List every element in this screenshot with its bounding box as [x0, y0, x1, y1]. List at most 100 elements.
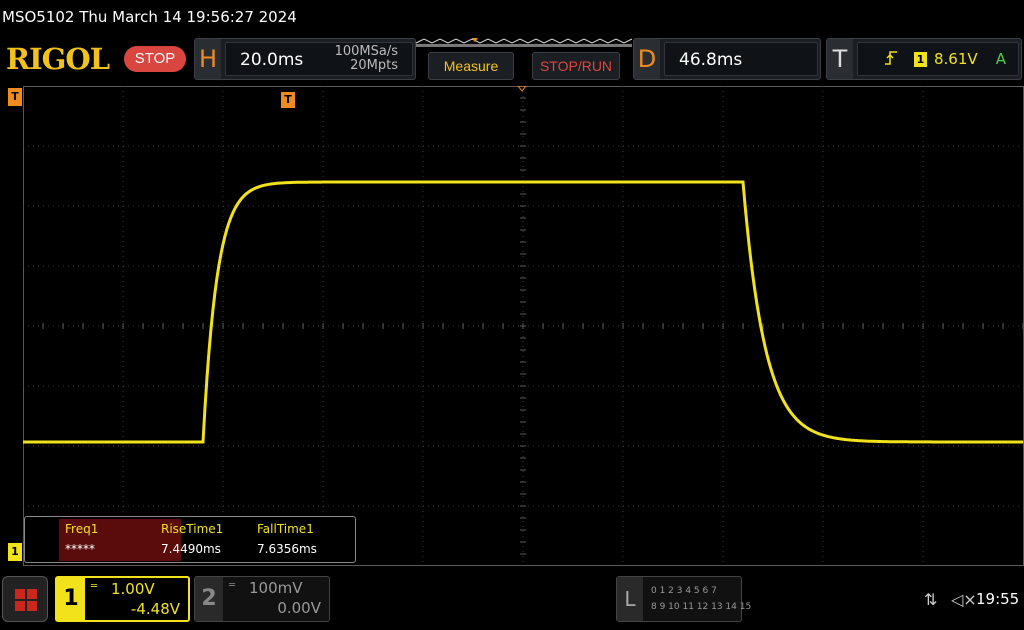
horizontal-value-box: 20.0ms 100MSa/s 20Mpts — [225, 42, 413, 76]
grid-tick — [802, 323, 804, 329]
delay-letter: D — [634, 39, 660, 79]
dc-coupling-icon: ═ — [229, 580, 236, 591]
trigger-source: 1 — [914, 52, 927, 67]
grid-tick — [182, 323, 184, 329]
delay-value: 46.8ms — [679, 50, 743, 70]
grid-tick — [520, 253, 526, 255]
ch1-ground-marker[interactable]: 1 — [8, 543, 22, 561]
dc-coupling-icon: ═ — [91, 581, 98, 592]
grid-tick — [862, 323, 864, 329]
trigger-level-marker[interactable]: T — [8, 88, 22, 106]
grid-tick — [520, 505, 526, 507]
memory-depth: 20Mpts — [350, 58, 398, 73]
horizontal-panel[interactable]: H 20.0ms 100MSa/s 20Mpts — [194, 38, 416, 80]
speaker-muted-icon[interactable]: ◁× — [951, 590, 977, 609]
title-bar: MSO5102 Thu March 14 19:56:27 2024 — [2, 8, 297, 26]
grid-tick — [162, 323, 164, 329]
grid-tick — [602, 323, 604, 329]
grid-tick — [520, 193, 526, 195]
grid-tick — [520, 157, 526, 159]
main-menu-button[interactable] — [2, 576, 48, 622]
grid-tick — [520, 433, 526, 435]
grid-tick — [520, 493, 526, 495]
rising-edge-icon — [885, 51, 897, 65]
stop-run-button[interactable]: STOP/RUN — [532, 52, 620, 80]
grid-tick — [520, 445, 526, 447]
grid-tick — [102, 323, 104, 329]
grid-tick — [942, 323, 944, 329]
channel1-offset: -4.48V — [130, 600, 180, 618]
grid-tick — [642, 323, 644, 329]
measurement-panel[interactable]: Freq1 ***** RiseTime1 7.4490ms FallTime1… — [24, 516, 356, 563]
grid-tick — [462, 323, 464, 329]
channel1-scale: 1.00V — [111, 580, 155, 598]
sample-info: 100MSa/s 20Mpts — [335, 45, 398, 73]
channel2-offset: 0.00V — [277, 599, 321, 617]
delay-panel[interactable]: D 46.8ms — [633, 38, 821, 80]
trigger-panel[interactable]: T 1 8.61V A — [826, 38, 1022, 80]
grid-tick — [622, 323, 624, 329]
grid-tick — [362, 323, 364, 329]
grid-tick — [520, 409, 526, 411]
grid-tick — [502, 323, 504, 329]
grid-tick — [822, 323, 824, 329]
grid-tick — [782, 323, 784, 329]
usb-icon: ⇅ — [924, 590, 938, 609]
grid-tick — [202, 323, 204, 329]
run-state-badge: STOP — [124, 46, 186, 72]
logic-channels-row2: 8 9 10 11 12 13 14 15 — [651, 602, 752, 612]
grid-tick — [582, 323, 584, 329]
timebase-value: 20.0ms — [240, 50, 304, 70]
grid-tick — [520, 313, 526, 315]
grid-tick — [122, 323, 124, 329]
trigger-mode: A — [995, 50, 1006, 68]
measure-button[interactable]: Measure — [428, 52, 514, 80]
trigger-value-box: 1 8.61V A — [857, 42, 1019, 76]
grid-tick — [520, 553, 526, 555]
grid-tick — [23, 323, 24, 329]
trigger-level: 8.61V — [934, 50, 978, 68]
logic-channels-row1: 0 1 2 3 4 5 6 7 — [651, 586, 717, 596]
logic-analyzer-panel[interactable]: L 0 1 2 3 4 5 6 7 8 9 10 11 12 13 14 15 — [616, 576, 751, 622]
grid-tick — [402, 323, 404, 329]
grid-tick — [520, 529, 526, 531]
grid-tick — [982, 323, 984, 329]
grid-tick — [882, 323, 884, 329]
grid-tick — [442, 323, 444, 329]
grid-tick — [142, 323, 144, 329]
grid-tick — [1022, 323, 1024, 329]
grid-tick — [520, 133, 526, 135]
grid-tick — [902, 323, 904, 329]
trigger-time-marker[interactable]: T — [281, 92, 295, 108]
channel1-panel[interactable]: 1 ═ 1.00V -4.48V — [55, 576, 190, 622]
grid-tick — [520, 337, 526, 339]
grid-tick — [422, 323, 424, 329]
measurement-risetime[interactable]: RiseTime1 7.4490ms — [155, 519, 247, 561]
grid-tick — [322, 323, 324, 329]
grid-tick — [520, 517, 526, 519]
grid-tick — [542, 323, 544, 329]
grid-tick — [82, 323, 84, 329]
grid-tick — [520, 217, 526, 219]
grid-tick — [262, 323, 264, 329]
grid-tick — [242, 323, 244, 329]
trigger-letter: T — [827, 39, 853, 79]
measurement-falltime[interactable]: FallTime1 7.6356ms — [251, 519, 351, 561]
measurement-value: 7.6356ms — [257, 542, 317, 556]
sample-rate: 100MSa/s — [334, 44, 398, 59]
grid-tick — [342, 323, 344, 329]
channel2-number: 2 — [195, 577, 223, 621]
measurement-value: 7.4490ms — [161, 542, 221, 556]
grid-tick — [962, 323, 964, 329]
grid-tick — [922, 323, 924, 329]
grid-tick — [520, 265, 526, 267]
grid-tick — [520, 457, 526, 459]
grid-tick — [520, 97, 526, 99]
grid-tick — [520, 421, 526, 423]
bottom-bar: 1 ═ 1.00V -4.48V 2 ═ 100mV 0.00V L 0 1 2… — [0, 572, 1024, 630]
grid-tick — [382, 323, 384, 329]
grid-tick — [662, 323, 664, 329]
channel2-panel[interactable]: 2 ═ 100mV 0.00V — [194, 576, 330, 622]
status-clock: 19:55 — [976, 590, 1020, 608]
waveform-display[interactable] — [23, 86, 1024, 566]
